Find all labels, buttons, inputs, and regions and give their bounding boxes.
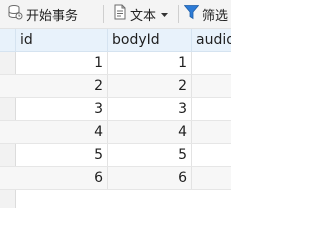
filter-label: 筛选 (202, 8, 229, 24)
column-header-row: id bodyId audio (0, 29, 231, 52)
row-selector[interactable] (0, 167, 16, 189)
cell-audio[interactable] (192, 52, 231, 74)
cell-id[interactable]: 6 (16, 167, 108, 189)
cell-bodyid[interactable]: 2 (108, 75, 192, 97)
cell-bodyid[interactable]: 3 (108, 98, 192, 120)
filter-funnel-icon (183, 4, 200, 24)
column-header-audio[interactable]: audio (192, 29, 231, 52)
row-selector[interactable] (0, 52, 16, 74)
table-row[interactable]: 4 4 (0, 121, 231, 144)
cell-id[interactable]: 5 (16, 144, 108, 166)
cell-id[interactable]: 2 (16, 75, 108, 97)
row-selector[interactable] (0, 121, 16, 143)
row-selector[interactable] (0, 144, 16, 166)
toolbar-separator (103, 5, 104, 23)
cell-bodyid[interactable]: 6 (108, 167, 192, 189)
document-text-icon (113, 4, 127, 24)
row-selector-header[interactable] (0, 29, 16, 52)
table-row[interactable]: 2 2 (0, 75, 231, 98)
cell-id[interactable]: 1 (16, 52, 108, 74)
cell-audio[interactable] (192, 98, 231, 120)
cell-audio[interactable] (192, 121, 231, 143)
cell-bodyid[interactable]: 4 (108, 121, 192, 143)
toolbar-separator (178, 5, 179, 23)
row-selector[interactable] (0, 75, 16, 97)
table-viewer-window: 开始事务 文本 筛选 id bodyId audio 1 1 2 2 3 3 4… (0, 0, 231, 208)
data-grid: id bodyId audio 1 1 2 2 3 3 4 4 5 5 6 6 (0, 29, 231, 208)
cell-bodyid[interactable]: 1 (108, 52, 192, 74)
column-header-id[interactable]: id (16, 29, 108, 52)
toolbar: 开始事务 文本 筛选 (0, 0, 231, 29)
caret-down-icon[interactable] (161, 7, 169, 22)
table-row[interactable]: 6 6 (0, 167, 231, 190)
table-row[interactable]: 5 5 (0, 144, 231, 167)
cell-id[interactable]: 4 (16, 121, 108, 143)
column-header-bodyid[interactable]: bodyId (108, 29, 192, 52)
begin-transaction-label: 开始事务 (26, 8, 79, 24)
cell-bodyid[interactable]: 5 (108, 144, 192, 166)
cell-id[interactable]: 3 (16, 98, 108, 120)
database-transaction-icon (7, 4, 23, 24)
cell-audio[interactable] (192, 144, 231, 166)
text-view-button[interactable]: 文本 (113, 0, 169, 28)
filter-button[interactable]: 筛选 (183, 0, 229, 28)
cell-audio[interactable] (192, 167, 231, 189)
cell-audio[interactable] (192, 75, 231, 97)
table-row[interactable]: 3 3 (0, 98, 231, 121)
text-view-label: 文本 (130, 8, 157, 24)
table-row[interactable]: 1 1 (0, 52, 231, 75)
begin-transaction-button[interactable]: 开始事务 (7, 0, 78, 28)
row-selector[interactable] (0, 98, 16, 120)
